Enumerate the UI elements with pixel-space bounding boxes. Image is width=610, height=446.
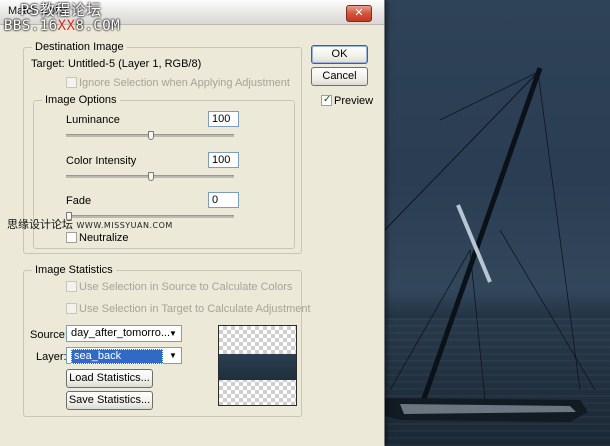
use-selection-source-label: Use Selection in Source to Calculate Col… — [79, 281, 293, 293]
preview-sea-image — [219, 354, 296, 380]
luminance-input[interactable]: 100 — [208, 111, 239, 127]
source-label: Source: — [30, 329, 68, 341]
use-selection-target-checkbox[interactable] — [66, 303, 77, 314]
watermark-suffix: 8.COM — [75, 18, 121, 34]
watermark-mid: 思缘设计论坛 WWW.MISSYUAN.COM — [7, 216, 173, 232]
ignore-selection-checkbox[interactable] — [66, 77, 77, 88]
destination-legend: Destination Image — [32, 41, 127, 53]
use-selection-target-label: Use Selection in Target to Calculate Adj… — [79, 303, 311, 315]
watermark-prefix: BBS.16 — [4, 18, 58, 34]
layer-label: Layer: — [36, 351, 67, 363]
close-button[interactable]: ✕ — [346, 5, 372, 22]
title-bar: Match Color PS教程论坛 BBS.16XX8.COM ✕ — [0, 0, 384, 34]
watermark-mid-text: 思缘设计论坛 — [7, 218, 73, 231]
ok-button[interactable]: OK — [311, 45, 368, 64]
source-value: day_after_tomorro... — [71, 327, 171, 339]
luminance-slider-thumb[interactable] — [148, 131, 154, 140]
cancel-button[interactable]: Cancel — [311, 67, 368, 86]
match-color-dialog: Match Color PS教程论坛 BBS.16XX8.COM ✕ OK Ca… — [0, 0, 385, 446]
neutralize-checkbox[interactable] — [66, 232, 77, 243]
watermark-top: PS教程论坛 BBS.16XX8.COM — [4, 2, 120, 34]
load-statistics-button[interactable]: Load Statistics... — [66, 369, 153, 388]
image-statistics-legend: Image Statistics — [32, 264, 116, 276]
watermark-red: XX — [57, 18, 76, 34]
watermark-top-line1: PS教程论坛 — [20, 1, 102, 19]
layer-value: sea_back — [71, 349, 163, 364]
fade-label: Fade — [66, 195, 92, 207]
preview-checkbox[interactable] — [321, 94, 332, 106]
ignore-selection-label: Ignore Selection when Applying Adjustmen… — [79, 77, 290, 89]
preview-label: Preview — [334, 95, 374, 107]
color-intensity-slider-thumb[interactable] — [148, 172, 154, 181]
watermark-mid-site: WWW.MISSYUAN.COM — [76, 221, 173, 230]
layer-select[interactable]: sea_back ▼ — [66, 347, 182, 364]
chevron-down-icon: ▼ — [169, 329, 177, 338]
neutralize-label: Neutralize — [79, 232, 129, 244]
image-options-legend: Image Options — [42, 94, 120, 106]
luminance-label: Luminance — [66, 114, 120, 126]
close-icon: ✕ — [354, 7, 364, 19]
chevron-down-icon: ▼ — [169, 351, 177, 360]
color-intensity-input[interactable]: 100 — [208, 152, 239, 168]
source-select[interactable]: day_after_tomorro... ▼ — [66, 325, 182, 342]
watermark-top-line2: BBS.16XX8.COM — [4, 18, 120, 34]
target-label: Target: — [31, 58, 65, 70]
sailboat-image — [380, 67, 596, 422]
target-value: Untitled-5 (Layer 1, RGB/8) — [68, 58, 202, 70]
fade-input[interactable]: 0 — [208, 192, 239, 208]
save-statistics-button[interactable]: Save Statistics... — [66, 391, 153, 410]
color-intensity-label: Color Intensity — [66, 155, 137, 167]
source-preview-thumbnail — [218, 325, 297, 406]
use-selection-source-checkbox[interactable] — [66, 281, 77, 292]
